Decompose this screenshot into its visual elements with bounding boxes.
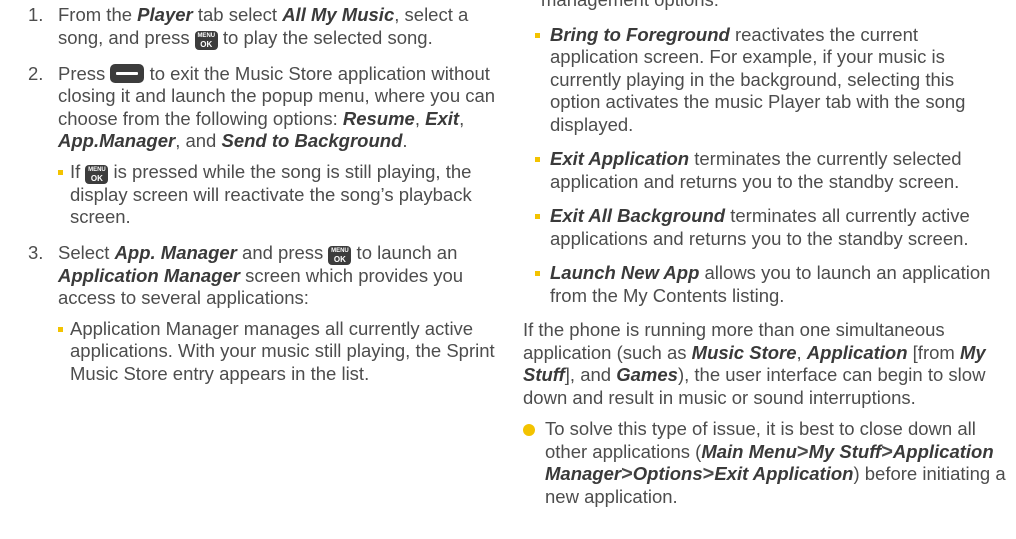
application-term: Application [806,341,908,363]
app-manager-term: App. Manager [114,241,237,263]
left-column: 1. From the Player tab select All My Mus… [28,4,496,398]
option-item-exit-all-background: Exit All Background terminates all curre… [535,205,1008,250]
exit-option-term: Exit [425,107,460,129]
right-column: management options: Bring to Foreground … [523,0,1008,508]
option-item-launch-new-app: Launch New App allows you to launch an a… [535,262,1008,307]
step-2-bullet: If MENU OK is pressed while the song is s… [58,161,496,229]
menu-path-main-menu: Main Menu [701,440,797,462]
end-key-icon [110,63,145,83]
resume-option-term: Resume [342,107,415,129]
square-bullet-icon [535,32,540,38]
option-term: Bring to Foreground [550,23,730,45]
menu-ok-key-icon: MENU OK [328,245,352,265]
menu-path-options: Options [632,463,703,484]
option-term: Exit All Background [550,205,726,226]
music-store-term: Music Store [691,341,797,363]
square-bullet-icon [535,271,540,276]
square-bullet-icon [58,326,63,332]
circle-bullet-icon [523,424,535,436]
application-manager-term: Application Manager [58,264,240,286]
step-3-bullet: Application Manager manages all currentl… [58,318,496,386]
games-term: Games [616,364,678,385]
step-text: tab select [192,4,283,25]
option-term: Launch New App [550,262,700,283]
menu-ok-key-icon: MENU OK [85,164,109,184]
menu-ok-key-icon: MENU OK [194,30,218,50]
step-number: 1. [28,4,44,25]
tip-bullet: To solve this type of issue, it is best … [523,418,1008,508]
option-item-bring-to-foreground: Bring to Foreground reactivates the curr… [535,24,1008,137]
menu-path-my-stuff: My Stuff [808,440,882,462]
option-term: Exit Application [550,148,690,169]
all-my-music-term: All My Music [282,4,395,25]
continued-text: management options: [523,0,1008,12]
step-2: 2. Press to exit the Music Store applica… [28,62,496,229]
step-text: From the [58,4,138,25]
step-text: to play the selected song. [217,26,433,48]
square-bullet-icon [535,157,540,162]
app-manager-option-term: App.Manager [58,130,176,151]
step-text: Press [58,62,111,84]
step-1: 1. From the Player tab select All My Mus… [28,4,496,50]
step-number: 3. [28,241,44,263]
send-to-background-term: Send to Background [221,130,403,151]
option-item-exit-application: Exit Application terminates the currentl… [535,148,1008,193]
square-bullet-icon [535,214,540,219]
step-number: 2. [28,62,44,84]
player-tab-term: Player [137,4,193,25]
menu-path-exit-application: Exit Application [714,463,854,484]
bullet-text: Application Manager manages all currentl… [70,317,495,384]
performance-paragraph: If the phone is running more than one si… [523,319,986,408]
step-3: 3. Select App. Manager and press MENU OK … [28,241,496,386]
square-bullet-icon [58,169,63,175]
